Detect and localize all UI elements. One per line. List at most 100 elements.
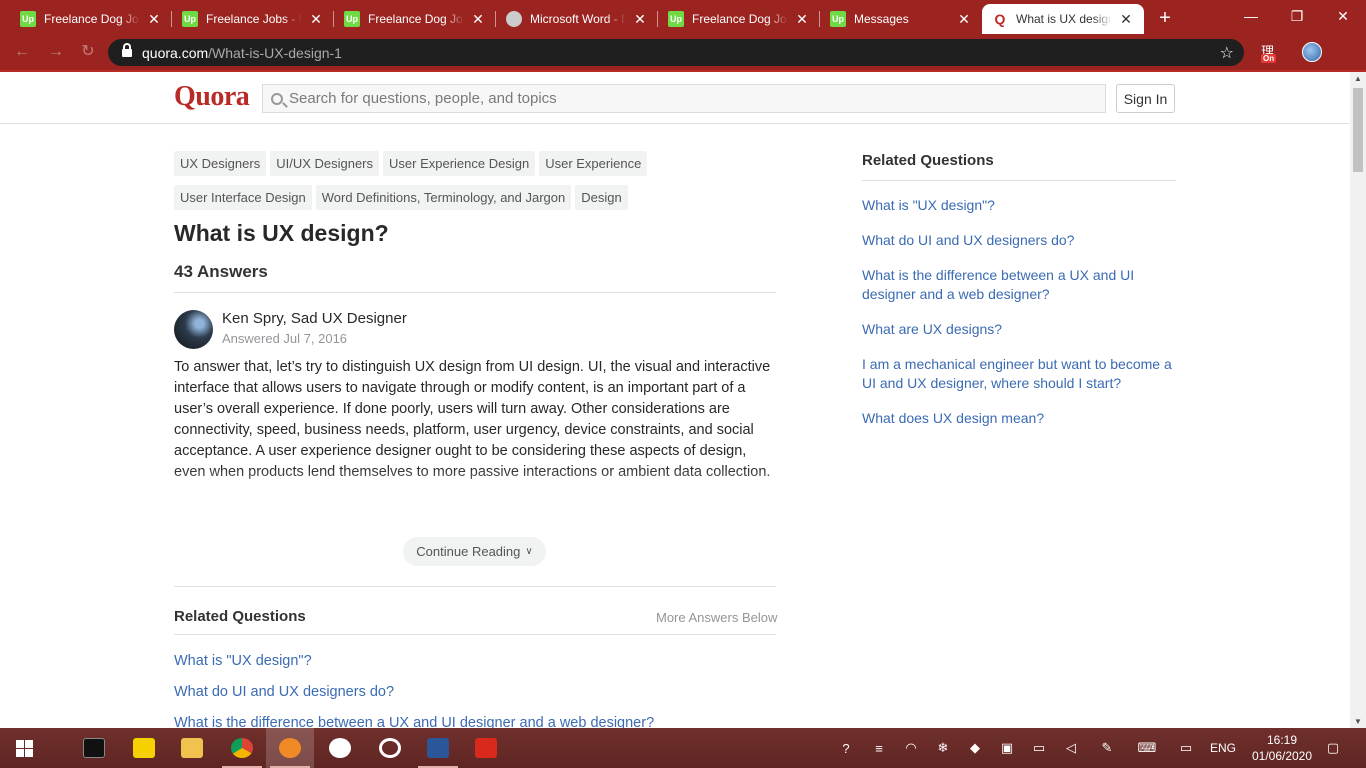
- continue-reading-button[interactable]: Continue Reading ∨: [403, 537, 546, 566]
- forward-button[interactable]: →: [46, 42, 66, 62]
- topic-tag[interactable]: User Experience Design: [383, 151, 536, 176]
- sidebar-question-link[interactable]: What is "UX design"?: [862, 196, 1176, 215]
- tab-what-is-ux-design[interactable]: Q What is UX design ✕: [982, 4, 1144, 34]
- lock-icon[interactable]: [122, 42, 132, 58]
- terminal-icon: [83, 738, 105, 758]
- topic-tag[interactable]: Design: [575, 185, 628, 210]
- pdf-icon: [475, 738, 497, 758]
- topic-tag[interactable]: User Interface Design: [174, 185, 312, 210]
- taskbar-penguin[interactable]: [316, 728, 364, 768]
- upwork-icon: Up: [20, 11, 36, 27]
- taskbar-file-explorer[interactable]: [168, 728, 216, 768]
- tab-microsoft-word[interactable]: Microsoft Word - D ✕: [496, 4, 658, 34]
- taskbar-word[interactable]: [414, 728, 462, 768]
- help-icon[interactable]: ?: [834, 728, 858, 768]
- answer-count: 43 Answers: [174, 262, 268, 281]
- taskbar-app-c[interactable]: [266, 728, 314, 768]
- topic-tag[interactable]: User Experience: [539, 151, 648, 176]
- related-question-link[interactable]: What is "UX design"?: [174, 650, 776, 681]
- search-input[interactable]: Search for questions, people, and topics: [262, 84, 1106, 113]
- taskbar-sticky-notes[interactable]: [120, 728, 168, 768]
- taskbar-chrome[interactable]: [218, 728, 266, 768]
- more-answers-below: More Answers Below: [656, 610, 778, 625]
- divider: [174, 586, 776, 587]
- related-question-link[interactable]: What do UI and UX designers do?: [174, 681, 776, 712]
- network-app-icon[interactable]: ▣: [996, 728, 1018, 768]
- close-icon[interactable]: ✕: [794, 11, 810, 28]
- chevron-down-icon: ∨: [525, 546, 533, 557]
- snowflake-icon[interactable]: ❄: [932, 728, 954, 768]
- answer-body: To answer that, let’s try to distinguish…: [174, 359, 771, 480]
- search-placeholder: Search for questions, people, and topics: [289, 90, 557, 107]
- windows-taskbar: ? ≡ ◠ ❄ ◆ ▣ ▭ ◁ ✎ ⌨ ▭ ENG 16:19 01/06/20…: [0, 728, 1366, 768]
- url-path: /What-is-UX-design-1: [208, 44, 342, 61]
- topic-tag[interactable]: UI/UX Designers: [270, 151, 380, 176]
- bookmark-star-icon[interactable]: ☆: [1220, 43, 1234, 63]
- tab-freelance-jobs[interactable]: Up Freelance Jobs - UI ✕: [172, 4, 334, 34]
- tab-freelance-dog-job-2[interactable]: Up Freelance Dog Job ✕: [334, 4, 496, 34]
- close-icon[interactable]: ✕: [470, 11, 486, 28]
- close-window-button[interactable]: ✕: [1320, 0, 1366, 32]
- reload-button[interactable]: ↻: [78, 42, 98, 62]
- page-scrollbar[interactable]: ▲ ▼: [1350, 72, 1366, 728]
- close-icon[interactable]: ✕: [956, 11, 972, 28]
- sidebar-related-list: What is "UX design"? What do UI and UX d…: [862, 196, 1176, 444]
- close-icon[interactable]: ✕: [146, 11, 162, 28]
- restore-button[interactable]: ❐: [1274, 0, 1320, 32]
- sidebar-related-heading: Related Questions: [862, 152, 994, 169]
- shield-icon[interactable]: ◆: [964, 728, 986, 768]
- action-center-icon[interactable]: ▢: [1322, 728, 1344, 768]
- answer-date[interactable]: Answered Jul 7, 2016: [222, 331, 347, 346]
- taskbar-target-app[interactable]: [366, 728, 414, 768]
- tab-messages[interactable]: Up Messages ✕: [820, 4, 982, 34]
- close-icon[interactable]: ✕: [632, 11, 648, 28]
- keyboard-icon[interactable]: ⌨: [1134, 728, 1160, 768]
- sign-in-button[interactable]: Sign In: [1116, 84, 1175, 113]
- c-app-icon: [279, 738, 301, 758]
- tab-freelance-dog-job-3[interactable]: Up Freelance Dog Job ✕: [658, 4, 820, 34]
- back-button[interactable]: ←: [12, 42, 32, 62]
- extension-badge: On: [1261, 54, 1277, 63]
- tablet-icon[interactable]: ▭: [1174, 728, 1198, 768]
- scrollbar-thumb[interactable]: [1353, 88, 1363, 172]
- author-avatar[interactable]: [174, 310, 213, 349]
- start-button[interactable]: [0, 728, 48, 768]
- related-question-link[interactable]: What is the difference between a UX and …: [174, 712, 776, 728]
- wifi-icon[interactable]: ◠: [900, 728, 922, 768]
- close-icon[interactable]: ✕: [308, 11, 324, 28]
- pen-icon[interactable]: ✎: [1096, 728, 1118, 768]
- address-bar[interactable]: quora.com/What-is-UX-design-1 ☆: [108, 39, 1244, 66]
- profile-avatar[interactable]: [1302, 42, 1322, 62]
- taskbar-acrobat[interactable]: [462, 728, 510, 768]
- volume-icon[interactable]: ◁: [1060, 728, 1082, 768]
- penguin-icon: [329, 738, 351, 758]
- quora-logo[interactable]: Quora: [174, 81, 250, 113]
- author-credential[interactable]: Ken Spry, Sad UX Designer: [222, 310, 407, 327]
- clock-date: 01/06/2020: [1251, 749, 1313, 763]
- related-questions-list: What is "UX design"? What do UI and UX d…: [174, 650, 776, 728]
- related-questions-heading: Related Questions: [174, 608, 306, 625]
- new-tab-button[interactable]: +: [1152, 5, 1178, 31]
- sidebar-question-link[interactable]: What does UX design mean?: [862, 409, 1176, 428]
- battery-icon[interactable]: ▭: [1028, 728, 1050, 768]
- sidebar-question-link[interactable]: What is the difference between a UX and …: [862, 266, 1176, 304]
- sidebar-question-link[interactable]: What are UX designs?: [862, 320, 1176, 339]
- topic-tag[interactable]: UX Designers: [174, 151, 267, 176]
- minimize-button[interactable]: —: [1228, 0, 1274, 32]
- divider: [862, 180, 1176, 181]
- divider: [174, 292, 776, 293]
- topic-tag[interactable]: Word Definitions, Terminology, and Jargo…: [315, 185, 572, 210]
- scroll-down-arrow-icon[interactable]: ▼: [1350, 717, 1366, 726]
- search-icon: [271, 92, 283, 105]
- sidebar-question-link[interactable]: I am a mechanical engineer but want to b…: [862, 355, 1176, 393]
- system-clock[interactable]: 16:19 01/06/2020: [1244, 732, 1320, 764]
- taskbar-terminal[interactable]: [70, 728, 118, 768]
- tab-strip: Up Freelance Dog Job ✕ Up Freelance Jobs…: [0, 0, 1366, 34]
- extension-translator-button[interactable]: 理 On: [1259, 41, 1281, 65]
- sidebar-question-link[interactable]: What do UI and UX designers do?: [862, 231, 1176, 250]
- tab-freelance-dog-job-1[interactable]: Up Freelance Dog Job ✕: [10, 4, 172, 34]
- close-icon[interactable]: ✕: [1118, 11, 1134, 28]
- notification-text-icon[interactable]: ≡: [868, 728, 890, 768]
- language-indicator[interactable]: ENG: [1206, 728, 1240, 768]
- scroll-up-arrow-icon[interactable]: ▲: [1350, 74, 1366, 83]
